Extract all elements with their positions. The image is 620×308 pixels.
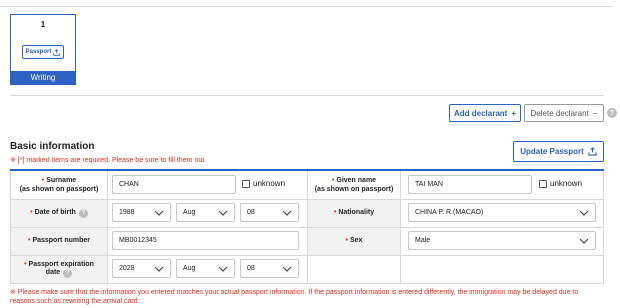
dob-label-text: Date of birth [34, 209, 76, 217]
declarant-card[interactable]: 1 Passport Writing [10, 14, 76, 85]
sex-label-text: Sex [349, 237, 363, 245]
required-mark: • [24, 260, 27, 268]
expiry-year-select[interactable]: 2028 [112, 259, 171, 278]
chevron-down-icon [579, 210, 589, 216]
declarant-number: 1 [40, 20, 46, 29]
chevron-down-icon [282, 266, 292, 272]
given-name-unknown-label: unknown [550, 179, 583, 188]
plus-icon: + [511, 108, 516, 118]
chevron-down-icon [154, 210, 164, 216]
passport-number-input[interactable]: MB0012345 [112, 231, 299, 250]
col-divider [107, 171, 108, 283]
passport-button[interactable]: Passport [22, 45, 64, 59]
passport-expiry-label: • Passport expiration date? [11, 256, 107, 283]
given-name-label-sub: (as shown on passport) [314, 185, 394, 193]
sex-select[interactable]: Male [408, 231, 596, 250]
required-mark: • [41, 177, 45, 185]
chevron-down-icon [218, 210, 228, 216]
required-note: ※ [*] marked items are required. Please … [10, 157, 207, 164]
surname-label-sub: (as shown on passport) [19, 185, 99, 193]
nationality-select[interactable]: CHINA P. R.(MACAO) [408, 203, 596, 222]
upload-icon [53, 48, 61, 56]
nationality-label-text: Nationality [338, 209, 375, 217]
chevron-down-icon [282, 210, 292, 216]
surname-unknown-checkbox[interactable] [242, 180, 250, 188]
dob-year-value: 1988 [119, 209, 135, 216]
delete-declarant-label: Delete declarant [530, 108, 589, 118]
upload-icon [588, 147, 597, 156]
dob-month-value: Aug [183, 209, 196, 216]
given-name-input[interactable]: TAI MAN [408, 175, 532, 194]
update-passport-label: Update Passport [520, 147, 584, 156]
required-mark: • [30, 209, 33, 217]
passport-number-label: • Passport number [11, 228, 107, 255]
passport-number-label-text: Passport number [32, 237, 91, 245]
minus-icon: − [592, 108, 598, 118]
top-divider [0, 6, 612, 7]
required-mark: • [333, 209, 337, 217]
required-mark: • [331, 177, 335, 185]
help-icon[interactable]: ? [63, 269, 73, 279]
expiry-day-value: 08 [247, 265, 255, 272]
dob-day-value: 08 [247, 209, 255, 216]
section-divider [10, 95, 604, 96]
help-icon[interactable]: ? [607, 108, 617, 118]
surname-label: • Surname (as shown on passport) [11, 172, 107, 199]
passport-label: Passport [25, 49, 52, 55]
given-name-label-text: Given name [336, 177, 377, 185]
required-mark: • [345, 237, 348, 245]
dob-year-select[interactable]: 1988 [112, 203, 171, 222]
add-declarant-label: Add declarant [453, 108, 508, 118]
dob-month-select[interactable]: Aug [176, 203, 235, 222]
required-mark: • [27, 237, 31, 245]
empty-label-cell [308, 256, 400, 283]
given-name-unknown-checkbox[interactable] [539, 180, 547, 188]
dob-day-select[interactable]: 08 [240, 203, 299, 222]
expiry-day-select[interactable]: 08 [240, 259, 299, 278]
expiry-month-value: Aug [183, 265, 196, 272]
sex-value: Male [415, 237, 431, 244]
nationality-label: • Nationality [308, 200, 400, 227]
declarant-status: Writing [11, 71, 75, 84]
col-divider [400, 171, 401, 283]
chevron-down-icon [154, 266, 164, 272]
help-icon[interactable]: ? [78, 209, 88, 218]
expiry-year-value: 2028 [119, 265, 135, 272]
delete-declarant-button[interactable]: Delete declarant − [524, 104, 604, 122]
nationality-value: CHINA P. R.(MACAO) [415, 209, 484, 216]
update-passport-button[interactable]: Update Passport [513, 141, 604, 162]
section-title: Basic information [10, 141, 95, 152]
chevron-down-icon [218, 266, 228, 272]
given-name-label: • Given name (as shown on passport) [308, 172, 400, 199]
expiry-label-sub: date [45, 269, 61, 277]
chevron-down-icon [579, 238, 589, 244]
footer-note: ※ Please make sure that the information … [10, 289, 579, 305]
add-declarant-button[interactable]: Add declarant + [449, 104, 521, 122]
surname-label-text: Surname [46, 177, 77, 185]
surname-unknown-label: unknown [253, 179, 286, 188]
expiry-month-select[interactable]: Aug [176, 259, 235, 278]
sex-label: • Sex [308, 228, 400, 255]
dob-label: • Date of birth? [11, 200, 107, 227]
surname-input[interactable]: CHAN [112, 175, 236, 194]
row-divider [10, 283, 604, 284]
expiry-label-text: Passport expiration [28, 260, 94, 268]
